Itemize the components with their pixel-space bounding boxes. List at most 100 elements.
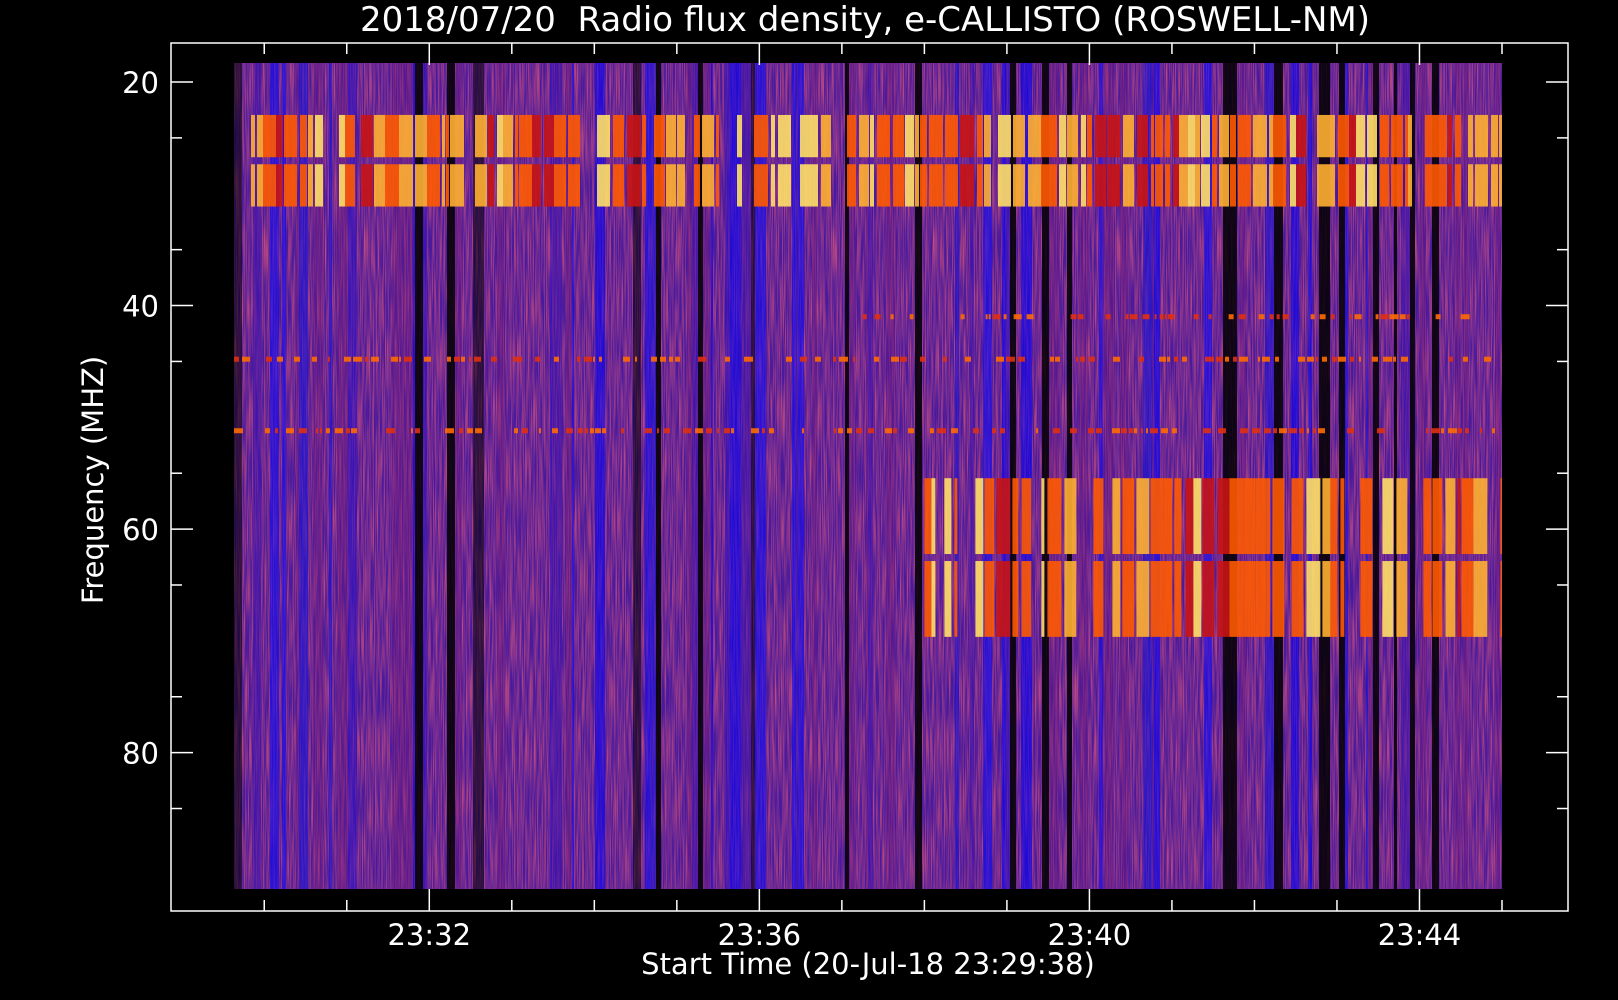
narrowband-line <box>853 356 855 362</box>
narrowband-line <box>566 428 573 434</box>
interference-block <box>847 164 856 207</box>
narrowband-line <box>800 356 807 362</box>
time-stripe <box>413 63 415 889</box>
interference-block <box>905 164 914 207</box>
interference-block <box>984 164 991 207</box>
narrowband-line <box>371 356 379 362</box>
narrowband-line <box>328 356 330 362</box>
narrowband-line <box>1167 314 1175 320</box>
narrowband-line <box>1055 356 1060 362</box>
narrowband-line <box>1225 356 1229 362</box>
narrowband-line <box>320 428 322 434</box>
interference-block <box>488 114 494 158</box>
interference-block <box>702 164 714 207</box>
interference-block <box>1395 114 1403 158</box>
narrowband-line <box>447 356 451 362</box>
interference-block <box>1296 164 1306 207</box>
interference-block <box>1423 561 1432 637</box>
narrowband-line <box>1112 428 1120 434</box>
interference-block <box>399 114 406 158</box>
interference-block <box>263 164 276 207</box>
narrowband-line <box>1129 428 1133 434</box>
interference-block <box>811 114 818 158</box>
narrowband-line <box>552 428 558 434</box>
interference-block <box>544 114 554 158</box>
narrowband-line <box>1182 356 1187 362</box>
interference-block <box>568 164 580 207</box>
interference-block <box>1112 561 1121 637</box>
interference-block <box>1330 561 1338 637</box>
interference-block <box>280 164 283 207</box>
narrowband-line <box>920 356 925 362</box>
interference-block <box>1067 164 1078 207</box>
narrowband-line <box>769 428 774 434</box>
narrowband-line <box>1089 356 1095 362</box>
narrowband-line <box>1426 428 1428 434</box>
interference-block <box>771 164 775 207</box>
narrowband-line <box>1299 428 1304 434</box>
interference-block <box>1163 478 1173 555</box>
narrowband-line <box>985 314 988 320</box>
interference-block <box>996 561 1011 637</box>
narrowband-line <box>335 428 343 434</box>
x-axis-label: Start Time (20-Jul-18 23:29:38) <box>641 947 1095 981</box>
interference-block <box>1461 478 1474 555</box>
interference-block <box>450 114 464 158</box>
interference-block <box>1093 478 1104 555</box>
narrowband-line <box>1076 356 1078 362</box>
interference-block <box>920 164 927 207</box>
narrowband-line <box>234 356 239 362</box>
interference-block <box>1013 164 1025 207</box>
narrowband-line <box>657 428 659 434</box>
interference-block <box>1468 164 1473 207</box>
interference-block <box>960 164 974 207</box>
narrowband-line <box>1399 314 1406 320</box>
narrowband-line <box>1441 428 1444 434</box>
narrowband-line <box>445 428 454 434</box>
interference-block <box>1095 164 1106 207</box>
narrowband-line <box>890 314 894 320</box>
interference-block <box>1028 164 1041 207</box>
interference-block <box>1195 114 1200 158</box>
interference-block <box>1457 478 1461 555</box>
narrowband-line <box>346 428 350 434</box>
interference-block <box>1330 478 1338 555</box>
interference-block <box>954 478 958 555</box>
narrowband-line <box>386 428 395 434</box>
interference-block <box>1122 561 1135 637</box>
interference-block <box>1219 164 1229 207</box>
interference-block <box>315 164 323 207</box>
interference-block <box>1273 164 1286 207</box>
interference-block <box>1491 114 1498 158</box>
narrowband-line <box>554 356 559 362</box>
narrowband-line <box>1125 314 1129 320</box>
interference-block <box>1269 114 1273 158</box>
interference-block <box>984 114 991 158</box>
interference-block <box>915 164 919 207</box>
interference-block <box>475 164 487 207</box>
narrowband-line <box>833 356 836 362</box>
narrowband-line <box>1050 356 1054 362</box>
interference-block <box>1391 114 1395 158</box>
narrowband-line <box>1018 356 1025 362</box>
narrowband-line <box>717 428 719 434</box>
interference-block <box>1425 164 1436 207</box>
interference-block <box>1047 478 1062 555</box>
interference-block <box>1322 478 1331 555</box>
interference-block <box>1087 114 1092 158</box>
narrowband-line <box>1347 428 1354 434</box>
interference-block <box>1045 164 1057 207</box>
interference-block <box>1356 164 1365 207</box>
time-stripe <box>725 63 730 889</box>
interference-block <box>1202 478 1215 555</box>
interference-block <box>1093 561 1104 637</box>
interference-block <box>300 114 307 158</box>
narrowband-line <box>1338 356 1346 362</box>
interference-block <box>977 114 983 158</box>
narrowband-line <box>275 428 278 434</box>
interference-block <box>893 164 904 207</box>
narrowband-line <box>1233 356 1237 362</box>
narrowband-line <box>874 314 881 320</box>
narrowband-line <box>1282 314 1289 320</box>
narrowband-line <box>1077 314 1084 320</box>
